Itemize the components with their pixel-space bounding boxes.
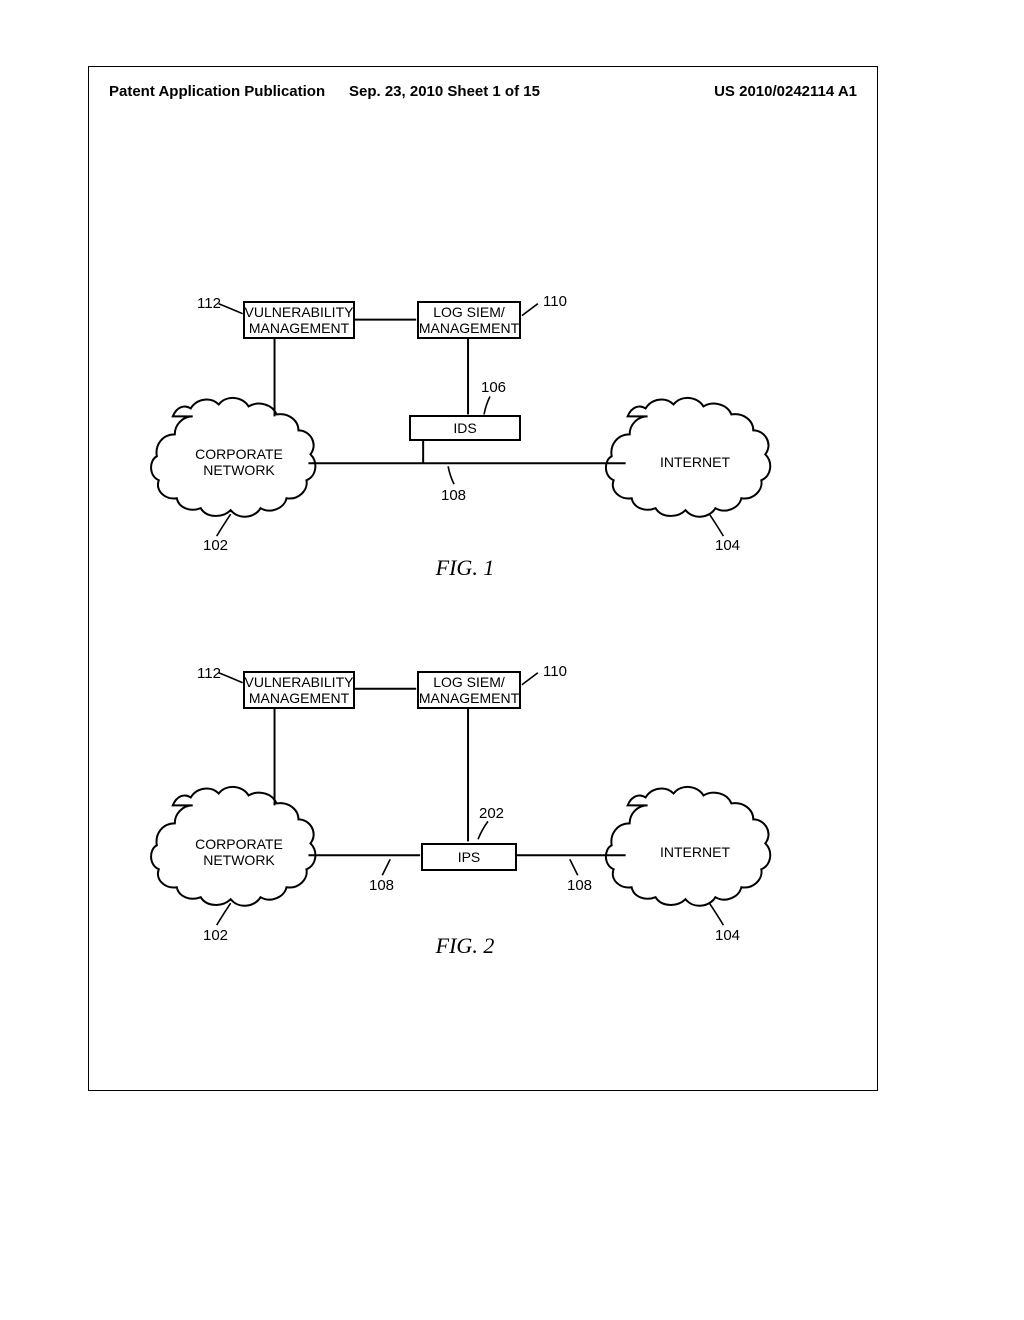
fig2-caption: FIG. 2 [415, 933, 515, 959]
box-text-line: LOG SIEM/ [433, 674, 505, 690]
fig2-ref-110: 110 [543, 663, 567, 680]
fig2-corporate-network-cloud: CORPORATE NETWORK [159, 797, 319, 907]
box-text-line: VULNERABILITY [245, 674, 354, 690]
fig2-ref-112: 112 [197, 665, 221, 682]
fig2-ref-104: 104 [715, 927, 740, 944]
cloud-text-line: INTERNET [660, 844, 730, 860]
fig2-vulnerability-management-box: VULNERABILITY MANAGEMENT [243, 671, 355, 709]
page-frame: Patent Application Publication Sep. 23, … [88, 66, 878, 1091]
fig2-log-siem-management-box: LOG SIEM/ MANAGEMENT [417, 671, 521, 709]
cloud-text-line: NETWORK [203, 852, 275, 868]
cloud-text-line: CORPORATE [195, 836, 283, 852]
fig2-ref-102: 102 [203, 927, 228, 944]
fig2-ref-108-left: 108 [369, 877, 394, 894]
fig2-ref-108-right: 108 [567, 877, 592, 894]
fig2-ref-202: 202 [479, 805, 504, 822]
fig2-internet-cloud: INTERNET [615, 797, 775, 907]
box-text-line: IPS [458, 849, 481, 865]
box-text-line: MANAGEMENT [419, 690, 519, 706]
figure-2: VULNERABILITY MANAGEMENT LOG SIEM/ MANAG… [89, 67, 877, 1090]
box-text-line: MANAGEMENT [249, 690, 349, 706]
fig2-ips-box: IPS [421, 843, 517, 871]
